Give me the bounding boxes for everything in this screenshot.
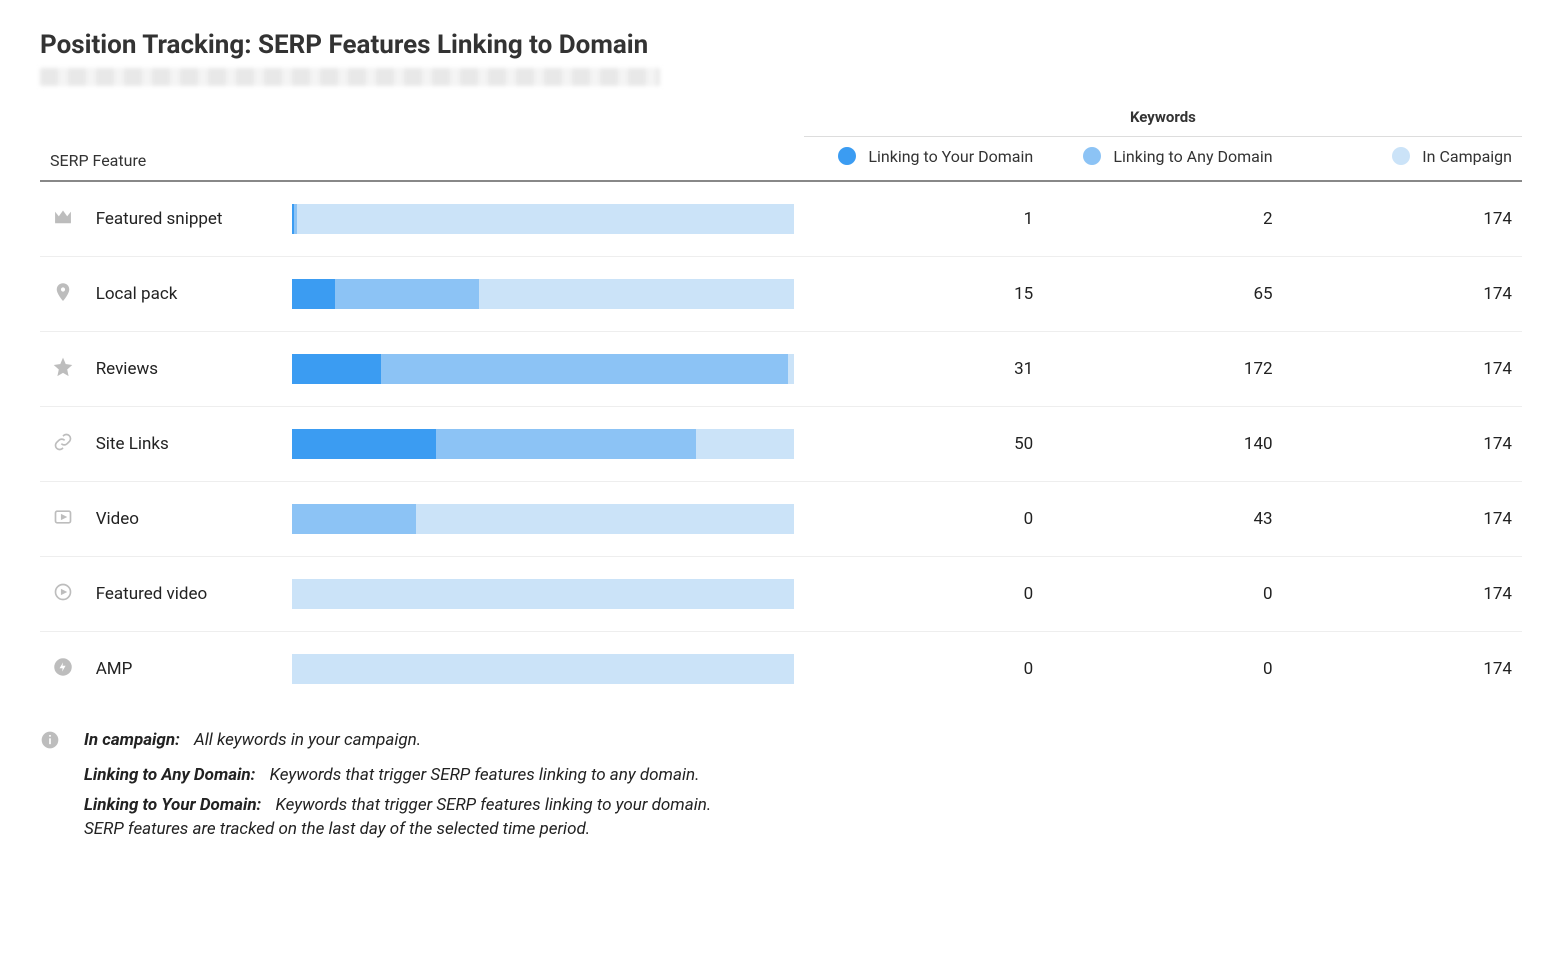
def-desc-linking-your: Keywords that trigger SERP features link… bbox=[276, 795, 712, 815]
crown-icon bbox=[40, 181, 86, 257]
def-desc-in-campaign: All keywords in your campaign. bbox=[194, 730, 421, 750]
value-linking-your: 0 bbox=[804, 632, 1043, 707]
legend-dot-any-icon bbox=[1083, 147, 1101, 165]
info-icon bbox=[40, 730, 84, 755]
feature-name: Video bbox=[86, 482, 282, 557]
serp-features-table: SERP Feature Keywords Linking to Your Do… bbox=[40, 100, 1522, 706]
legend-label-campaign: In Campaign bbox=[1422, 147, 1512, 166]
value-in-campaign: 174 bbox=[1283, 632, 1522, 707]
value-linking-any: 43 bbox=[1043, 482, 1282, 557]
value-linking-your: 1 bbox=[804, 181, 1043, 257]
table-row[interactable]: Featured video00174 bbox=[40, 557, 1522, 632]
link-icon bbox=[40, 407, 86, 482]
value-linking-any: 2 bbox=[1043, 181, 1282, 257]
def-term-linking-your: Linking to Your Domain: bbox=[84, 795, 261, 815]
feature-name: Reviews bbox=[86, 332, 282, 407]
feature-name: AMP bbox=[86, 632, 282, 707]
feature-name: Featured video bbox=[86, 557, 282, 632]
legend-in-campaign: In Campaign bbox=[1283, 137, 1522, 182]
value-linking-your: 15 bbox=[804, 257, 1043, 332]
feature-bar bbox=[282, 557, 804, 632]
feature-bar bbox=[282, 632, 804, 707]
value-in-campaign: 174 bbox=[1283, 407, 1522, 482]
value-linking-your: 0 bbox=[804, 482, 1043, 557]
star-icon bbox=[40, 332, 86, 407]
value-linking-your: 50 bbox=[804, 407, 1043, 482]
feature-name: Featured snippet bbox=[86, 181, 282, 257]
value-linking-any: 65 bbox=[1043, 257, 1282, 332]
play-sq-icon bbox=[40, 482, 86, 557]
table-row[interactable]: Site Links 50140174 bbox=[40, 407, 1522, 482]
col-header-serp-feature: SERP Feature bbox=[40, 100, 804, 181]
value-in-campaign: 174 bbox=[1283, 557, 1522, 632]
feature-name: Site Links bbox=[86, 407, 282, 482]
bolt-icon bbox=[40, 632, 86, 707]
value-linking-any: 140 bbox=[1043, 407, 1282, 482]
feature-bar bbox=[282, 407, 804, 482]
page-title: Position Tracking: SERP Features Linking… bbox=[40, 30, 1522, 60]
definitions: In campaign: All keywords in your campai… bbox=[40, 730, 1522, 839]
table-row[interactable]: Reviews 31172174 bbox=[40, 332, 1522, 407]
legend-label-any: Linking to Any Domain bbox=[1113, 147, 1272, 166]
pin-icon bbox=[40, 257, 86, 332]
redacted-subtitle bbox=[40, 68, 660, 86]
value-linking-your: 0 bbox=[804, 557, 1043, 632]
value-in-campaign: 174 bbox=[1283, 257, 1522, 332]
feature-bar bbox=[282, 257, 804, 332]
value-linking-your: 31 bbox=[804, 332, 1043, 407]
def-term-linking-any: Linking to Any Domain: bbox=[84, 765, 255, 785]
def-footnote: SERP features are tracked on the last da… bbox=[84, 819, 1522, 839]
table-row[interactable]: Video 043174 bbox=[40, 482, 1522, 557]
def-term-in-campaign: In campaign: bbox=[84, 730, 180, 750]
col-group-keywords: Keywords bbox=[804, 100, 1522, 137]
value-in-campaign: 174 bbox=[1283, 482, 1522, 557]
def-desc-linking-any: Keywords that trigger SERP features link… bbox=[270, 765, 700, 785]
legend-linking-your: Linking to Your Domain bbox=[804, 137, 1043, 182]
feature-bar bbox=[282, 332, 804, 407]
table-row[interactable]: AMP00174 bbox=[40, 632, 1522, 707]
value-linking-any: 0 bbox=[1043, 632, 1282, 707]
table-row[interactable]: Local pack 1565174 bbox=[40, 257, 1522, 332]
feature-name: Local pack bbox=[86, 257, 282, 332]
legend-dot-your-icon bbox=[838, 147, 856, 165]
legend-dot-campaign-icon bbox=[1392, 147, 1410, 165]
table-row[interactable]: Featured snippet 12174 bbox=[40, 181, 1522, 257]
value-linking-any: 172 bbox=[1043, 332, 1282, 407]
feature-bar bbox=[282, 181, 804, 257]
value-linking-any: 0 bbox=[1043, 557, 1282, 632]
value-in-campaign: 174 bbox=[1283, 181, 1522, 257]
value-in-campaign: 174 bbox=[1283, 332, 1522, 407]
legend-label-your: Linking to Your Domain bbox=[868, 147, 1033, 166]
play-ci-icon bbox=[40, 557, 86, 632]
feature-bar bbox=[282, 482, 804, 557]
legend-linking-any: Linking to Any Domain bbox=[1043, 137, 1282, 182]
